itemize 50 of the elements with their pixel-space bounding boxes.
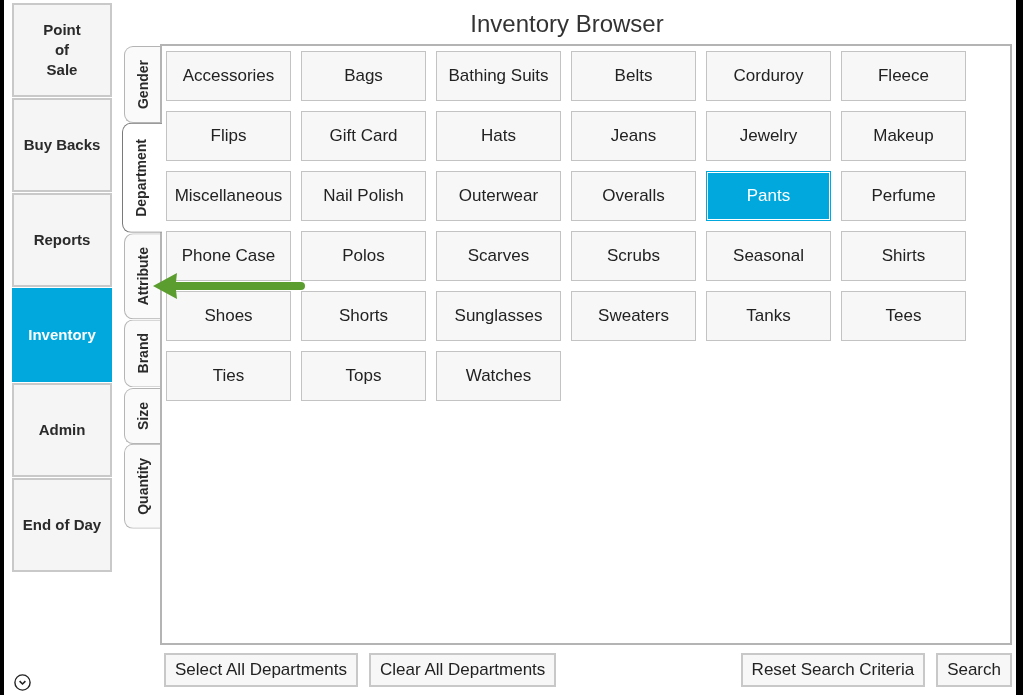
department-button[interactable]: Miscellaneous bbox=[166, 171, 291, 221]
chevron-down-icon[interactable] bbox=[14, 674, 31, 691]
filter-tab[interactable]: Department bbox=[122, 123, 162, 233]
nav-button[interactable]: Buy Backs bbox=[12, 98, 112, 192]
department-button[interactable]: Scrubs bbox=[571, 231, 696, 281]
department-button[interactable]: Hats bbox=[436, 111, 561, 161]
department-button[interactable]: Bathing Suits bbox=[436, 51, 561, 101]
department-button[interactable]: Sweaters bbox=[571, 291, 696, 341]
department-button[interactable]: Tees bbox=[841, 291, 966, 341]
department-button[interactable]: Sunglasses bbox=[436, 291, 561, 341]
arrow-icon bbox=[153, 272, 305, 300]
filter-tab[interactable]: Attribute bbox=[124, 232, 160, 320]
filter-tab[interactable]: Size bbox=[124, 387, 160, 444]
department-button[interactable]: Tanks bbox=[706, 291, 831, 341]
department-button[interactable]: Jeans bbox=[571, 111, 696, 161]
department-button[interactable]: Shoes bbox=[166, 291, 291, 341]
department-button[interactable]: Watches bbox=[436, 351, 561, 401]
page-title: Inventory Browser bbox=[470, 9, 664, 39]
department-button[interactable]: Jewelry bbox=[706, 111, 831, 161]
filter-tab[interactable]: Quantity bbox=[124, 443, 160, 529]
nav-button[interactable]: Reports bbox=[12, 193, 112, 287]
department-button[interactable]: Outerwear bbox=[436, 171, 561, 221]
filter-tab[interactable]: Brand bbox=[124, 319, 160, 388]
department-button[interactable]: Flips bbox=[166, 111, 291, 161]
nav-button[interactable]: Point of Sale bbox=[12, 3, 112, 97]
department-button[interactable]: Polos bbox=[301, 231, 426, 281]
department-button[interactable]: Overalls bbox=[571, 171, 696, 221]
department-button[interactable]: Seasonal bbox=[706, 231, 831, 281]
department-button[interactable]: Nail Polish bbox=[301, 171, 426, 221]
department-button[interactable]: Gift Card bbox=[301, 111, 426, 161]
department-button[interactable]: Fleece bbox=[841, 51, 966, 101]
filter-tab[interactable]: Gender bbox=[124, 46, 160, 123]
department-button[interactable]: Scarves bbox=[436, 231, 561, 281]
department-button[interactable]: Bags bbox=[301, 51, 426, 101]
department-button[interactable]: Shirts bbox=[841, 231, 966, 281]
department-button[interactable]: Makeup bbox=[841, 111, 966, 161]
action-button[interactable]: Clear All Departments bbox=[368, 653, 557, 687]
department-button[interactable]: Tops bbox=[301, 351, 426, 401]
department-button[interactable]: Shorts bbox=[301, 291, 426, 341]
action-button[interactable]: Reset Search Criteria bbox=[740, 653, 926, 687]
department-button[interactable]: Perfume bbox=[841, 171, 966, 221]
department-button[interactable]: Phone Case bbox=[166, 231, 291, 281]
department-button[interactable]: Ties bbox=[166, 351, 291, 401]
department-button[interactable]: Belts bbox=[571, 51, 696, 101]
nav-button[interactable]: Admin bbox=[12, 383, 112, 477]
nav-button[interactable]: End of Day bbox=[12, 478, 112, 572]
department-button[interactable]: Accessories bbox=[166, 51, 291, 101]
department-button[interactable]: Corduroy bbox=[706, 51, 831, 101]
action-button[interactable]: Select All Departments bbox=[164, 653, 358, 687]
action-button[interactable]: Search bbox=[936, 653, 1012, 687]
